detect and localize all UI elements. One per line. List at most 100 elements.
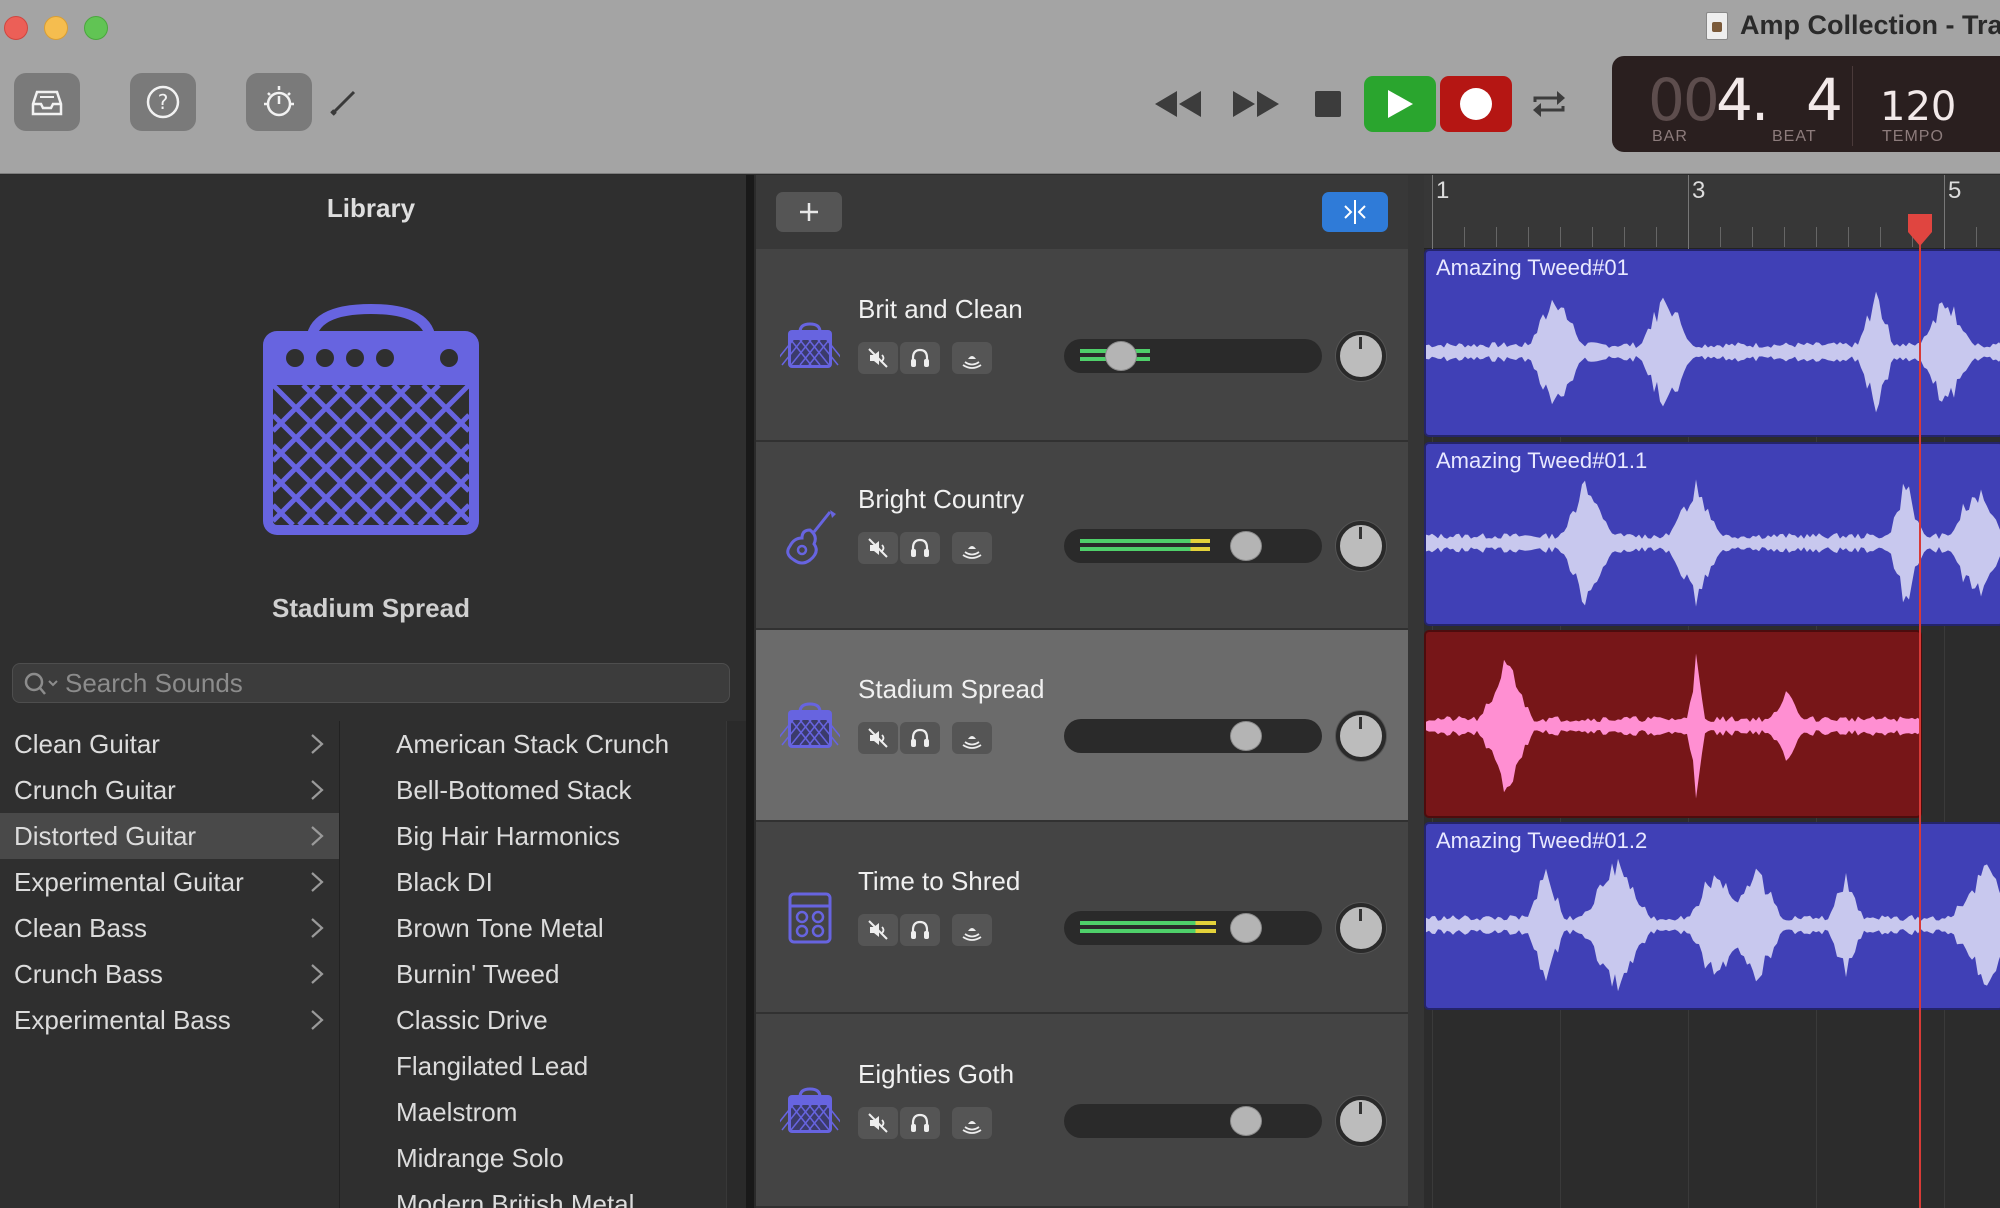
record-enable-button[interactable] [952, 914, 992, 946]
chevron-right-icon [311, 1010, 324, 1030]
volume-slider[interactable] [1064, 529, 1322, 563]
ruler-beat-tick [1624, 227, 1625, 247]
search-field[interactable] [12, 663, 730, 703]
add-track-button[interactable] [776, 192, 842, 232]
playhead-line[interactable] [1919, 232, 1921, 1208]
patch-item[interactable]: Midrange Solo [342, 1135, 722, 1181]
category-label: Experimental Guitar [14, 866, 244, 897]
patch-list-scrollbar[interactable] [726, 721, 746, 1208]
track-name[interactable]: Brit and Clean [858, 294, 1023, 325]
solo-button[interactable] [900, 722, 940, 754]
category-item[interactable]: Clean Guitar [0, 721, 339, 767]
mute-button[interactable] [858, 341, 898, 374]
patch-item[interactable]: Maelstrom [342, 1089, 722, 1135]
mute-icon [868, 728, 888, 748]
category-item[interactable]: Experimental Bass [0, 997, 339, 1043]
smart-controls-button[interactable] [246, 73, 312, 131]
input-monitor-icon [962, 1121, 982, 1134]
volume-slider[interactable] [1064, 719, 1322, 753]
mute-button[interactable] [858, 1107, 898, 1139]
quick-help-button[interactable]: ? [130, 73, 196, 131]
patch-item[interactable]: Black DI [342, 859, 722, 905]
solo-button[interactable] [900, 914, 940, 946]
solo-button[interactable] [900, 532, 940, 564]
record-enable-button[interactable] [952, 722, 992, 754]
zoom-window-button[interactable] [84, 16, 108, 40]
lcd-display[interactable]: 00 4. 4 BAR BEAT 120 TEMPO [1612, 56, 2000, 152]
patch-item[interactable]: Brown Tone Metal [342, 905, 722, 951]
minimize-window-button[interactable] [44, 16, 68, 40]
volume-slider[interactable] [1064, 911, 1322, 945]
ruler-beat-tick [1848, 227, 1849, 247]
catch-playhead-button[interactable] [1322, 192, 1388, 232]
audio-region[interactable]: Amazing Tweed#01.2 [1424, 822, 2000, 1010]
volume-knob[interactable] [1230, 531, 1262, 561]
category-item[interactable]: Crunch Guitar [0, 767, 339, 813]
close-window-button[interactable] [4, 16, 28, 40]
stop-icon [1315, 91, 1341, 117]
audio-region[interactable]: Amazing Tweed#01 [1424, 249, 2000, 437]
patch-item[interactable]: Flangilated Lead [342, 1043, 722, 1089]
solo-button[interactable] [900, 1107, 940, 1139]
volume-knob[interactable] [1105, 340, 1137, 371]
lcd-tempo-value[interactable]: 120 [1880, 84, 1956, 130]
record-enable-button[interactable] [952, 1107, 992, 1139]
library-button[interactable] [14, 73, 80, 131]
record-enable-button[interactable] [952, 341, 992, 374]
patch-item[interactable]: Bell-Bottomed Stack [342, 767, 722, 813]
rewind-button[interactable] [1150, 78, 1206, 130]
pan-knob[interactable] [1336, 330, 1386, 381]
category-item[interactable]: Clean Bass [0, 905, 339, 951]
track-header[interactable]: Stadium Spread [756, 630, 1408, 822]
patch-item[interactable]: American Stack Crunch [342, 721, 722, 767]
tracks-area[interactable]: Amazing Tweed#01 Amazing Tweed#01.1 Amazin… [1424, 249, 2000, 1208]
patch-item[interactable]: Modern British Metal [342, 1181, 722, 1208]
ruler-bar-line [1944, 175, 1945, 249]
category-item[interactable]: Distorted Guitar [0, 813, 339, 859]
track-header[interactable]: Eighties Goth [756, 1014, 1408, 1208]
play-button[interactable] [1364, 76, 1436, 132]
cycle-button[interactable] [1528, 78, 1570, 130]
ruler-beat-tick [1880, 227, 1881, 247]
track-name[interactable]: Eighties Goth [858, 1059, 1014, 1090]
mute-button[interactable] [858, 722, 898, 754]
audio-region[interactable]: Amazing Tweed#01.1 [1424, 442, 2000, 626]
stop-button[interactable] [1310, 78, 1346, 130]
amp-icon [780, 702, 840, 748]
track-header[interactable]: Brit and Clean [756, 249, 1408, 442]
library-divider[interactable] [746, 175, 754, 1208]
patch-item[interactable]: Big Hair Harmonics [342, 813, 722, 859]
category-item[interactable]: Crunch Bass [0, 951, 339, 997]
record-enable-button[interactable] [952, 532, 992, 564]
mute-button[interactable] [858, 532, 898, 564]
playhead-marker[interactable] [1904, 212, 1936, 248]
track-name[interactable]: Bright Country [858, 484, 1024, 515]
volume-slider[interactable] [1064, 338, 1322, 373]
category-item[interactable]: Experimental Guitar [0, 859, 339, 905]
mute-button[interactable] [858, 914, 898, 946]
track-header[interactable]: Time to Shred [756, 822, 1408, 1014]
pan-knob[interactable] [1336, 521, 1386, 571]
track-name[interactable]: Time to Shred [858, 866, 1020, 897]
editors-pencil-icon[interactable] [326, 84, 362, 120]
pan-knob[interactable] [1336, 711, 1386, 761]
patch-item[interactable]: Classic Drive [342, 997, 722, 1043]
window-title: Amp Collection - Tra [1706, 10, 2000, 41]
volume-knob[interactable] [1230, 721, 1262, 751]
input-monitor-icon [962, 928, 982, 941]
audio-region[interactable] [1424, 630, 1922, 818]
volume-slider[interactable] [1064, 1104, 1322, 1138]
pan-knob[interactable] [1336, 903, 1386, 953]
volume-knob[interactable] [1230, 1106, 1262, 1136]
track-header[interactable]: Bright Country [756, 442, 1408, 630]
record-button[interactable] [1440, 76, 1512, 132]
volume-knob[interactable] [1230, 913, 1262, 943]
amp-icon [780, 1087, 840, 1133]
forward-button[interactable] [1228, 78, 1284, 130]
patch-item[interactable]: Burnin' Tweed [342, 951, 722, 997]
solo-button[interactable] [900, 341, 940, 374]
track-name[interactable]: Stadium Spread [858, 674, 1044, 705]
pan-knob[interactable] [1336, 1096, 1386, 1146]
chevron-right-icon [311, 826, 324, 846]
search-input[interactable] [65, 664, 715, 702]
